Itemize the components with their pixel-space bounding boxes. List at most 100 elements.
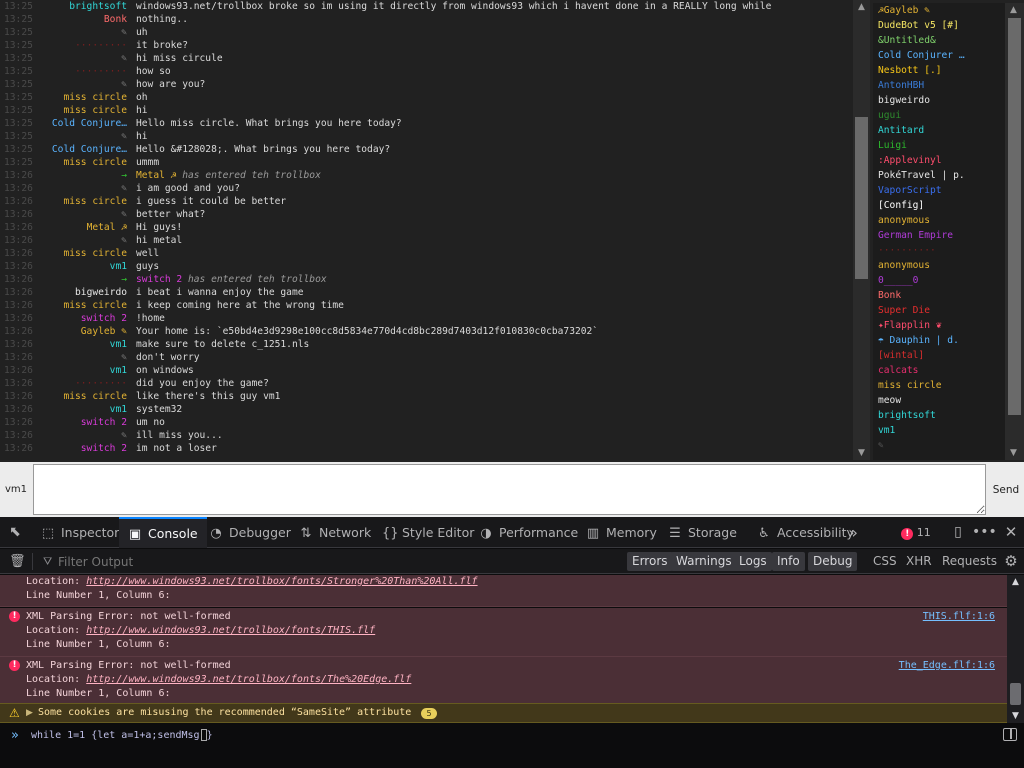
message-nickname[interactable]: vm1 [110, 364, 127, 377]
expand-caret-icon[interactable]: ▶ [26, 704, 33, 722]
user-list-item[interactable]: &Untitled& [873, 33, 1005, 48]
scroll-down-arrow-icon[interactable]: ▼ [1005, 446, 1022, 460]
message-nickname[interactable]: miss circle [63, 247, 127, 260]
console-input[interactable]: while 1=1 {let a=1+a;sendMsg} [31, 729, 213, 741]
message-nickname[interactable]: Metal ☭ [87, 221, 127, 234]
message-nickname[interactable]: ✎ [121, 78, 127, 91]
message-nickname[interactable]: ✎ [121, 234, 127, 247]
dock-side-icon[interactable]: ▯ [946, 517, 970, 548]
user-list-item[interactable]: :Applevinyl [873, 153, 1005, 168]
user-list-item[interactable]: [wintal] [873, 348, 1005, 363]
tab-console[interactable]: ▣ Console [119, 517, 207, 548]
user-list-item[interactable]: German Empire [873, 228, 1005, 243]
nickname-label[interactable]: vm1 [0, 462, 32, 517]
console-error-entry[interactable]: Location: http://www.windows93.net/troll… [0, 575, 1007, 607]
user-list-item[interactable]: VaporScript [873, 183, 1005, 198]
editor-mode-toggle-icon[interactable] [1003, 728, 1017, 741]
message-nickname[interactable]: ✎ [121, 182, 127, 195]
tab-network[interactable]: ⇅ Network [290, 517, 380, 548]
more-tools-chevron-icon[interactable]: » [843, 517, 863, 548]
user-list-item[interactable]: AntonHBH [873, 78, 1005, 93]
tab-style-editor[interactable]: {} Style Editor [373, 517, 483, 548]
message-nickname[interactable]: Gayleb ✎ [81, 325, 127, 338]
user-list-item[interactable]: ✦Flapplin ❦ [873, 318, 1005, 333]
message-nickname[interactable]: Bonk [104, 13, 127, 26]
joined-user-name[interactable]: switch 2 [136, 274, 182, 285]
console-scroll-thumb[interactable] [1010, 683, 1021, 705]
console-input-row[interactable]: » while 1=1 {let a=1+a;sendMsg} [0, 724, 1024, 768]
user-list-item[interactable]: ☂ Dauphin | d. [873, 333, 1005, 348]
element-picker-icon[interactable]: ⬉ [4, 517, 26, 548]
user-list-item[interactable]: bigweirdo [873, 93, 1005, 108]
user-list-item[interactable]: 0_____0 [873, 273, 1005, 288]
console-error-entry[interactable]: ! XML Parsing Error: not well-formed Locat… [0, 657, 1007, 706]
user-list-item[interactable]: Nesbott [.] [873, 63, 1005, 78]
user-list-scrollbar[interactable]: ▲ ▼ [1005, 3, 1024, 460]
filter-logs-button[interactable]: Logs [734, 552, 772, 571]
send-button[interactable]: Send [988, 462, 1024, 517]
chat-scrollbar[interactable]: ▲ ▼ [853, 0, 870, 460]
tab-storage[interactable]: ☰ Storage [659, 517, 746, 548]
location-link[interactable]: http://www.windows93.net/trollbox/fonts/… [86, 625, 375, 636]
close-icon[interactable]: ✕ [999, 517, 1023, 548]
scroll-down-arrow-icon[interactable]: ▼ [1007, 709, 1024, 723]
message-nickname[interactable]: ········· [75, 377, 127, 390]
user-list-item[interactable]: miss circle [873, 378, 1005, 393]
message-nickname[interactable]: miss circle [63, 104, 127, 117]
user-list-item[interactable]: Antitard [873, 123, 1005, 138]
message-nickname[interactable]: Cold Conjure… [52, 143, 127, 156]
message-nickname[interactable]: ········· [75, 65, 127, 78]
message-nickname[interactable]: miss circle [63, 299, 127, 312]
user-list-item[interactable]: Cold Conjurer … [873, 48, 1005, 63]
source-link[interactable]: THIS.flf:1:6 [923, 610, 995, 624]
chat-scroll-thumb[interactable] [855, 117, 868, 279]
user-list-item[interactable]: meow [873, 393, 1005, 408]
message-nickname[interactable]: switch 2 [81, 442, 127, 455]
message-nickname[interactable]: → [121, 273, 127, 286]
message-nickname[interactable]: vm1 [110, 338, 127, 351]
message-nickname[interactable]: switch 2 [81, 416, 127, 429]
message-nickname[interactable]: miss circle [63, 390, 127, 403]
user-list-item[interactable]: ugui [873, 108, 1005, 123]
tab-memory[interactable]: ▥ Memory [577, 517, 666, 548]
filter-output-input[interactable] [40, 552, 620, 571]
user-list-item[interactable]: Luigi [873, 138, 1005, 153]
filter-xhr-button[interactable]: XHR [901, 552, 937, 571]
source-link[interactable]: The_Edge.flf:1:6 [899, 659, 995, 673]
user-list-item[interactable]: vm1 [873, 423, 1005, 438]
message-input[interactable] [33, 464, 986, 515]
user-list-item[interactable]: anonymous [873, 258, 1005, 273]
tab-inspector[interactable]: ⬚ Inspector [32, 517, 128, 548]
message-nickname[interactable]: miss circle [63, 195, 127, 208]
clear-console-trash-icon[interactable]: 🗑 [9, 549, 26, 574]
filter-css-button[interactable]: CSS [868, 552, 902, 571]
filter-errors-button[interactable]: Errors [627, 552, 673, 571]
console-warning-entry[interactable]: ⚠ ▶ Some cookies are misusing the recomm… [0, 703, 1007, 723]
filter-debug-button[interactable]: Debug [808, 552, 858, 571]
message-nickname[interactable]: ✎ [121, 208, 127, 221]
message-nickname[interactable]: ✎ [121, 130, 127, 143]
user-list-scroll-thumb[interactable] [1008, 18, 1021, 415]
scroll-down-arrow-icon[interactable]: ▼ [853, 446, 870, 460]
message-nickname[interactable]: ········· [75, 39, 127, 52]
user-list-item[interactable]: ☭Gayleb ✎ [873, 3, 1005, 18]
user-list-item[interactable]: [Config] [873, 198, 1005, 213]
user-list-item[interactable]: ✎ [873, 438, 1005, 453]
message-nickname[interactable]: → [121, 169, 127, 182]
message-nickname[interactable]: ✎ [121, 429, 127, 442]
message-nickname[interactable]: miss circle [63, 156, 127, 169]
user-list-item[interactable]: PokéTravel | p. [873, 168, 1005, 183]
options-menu-icon[interactable]: ••• [972, 517, 997, 548]
message-nickname[interactable]: miss circle [63, 91, 127, 104]
location-link[interactable]: http://www.windows93.net/trollbox/fonts/… [86, 576, 477, 587]
message-nickname[interactable]: Cold Conjure… [52, 117, 127, 130]
message-nickname[interactable]: ✎ [121, 26, 127, 39]
tab-performance[interactable]: ◑ Performance [470, 517, 587, 548]
console-error-entry[interactable]: ! XML Parsing Error: not well-formed Locat… [0, 608, 1007, 657]
joined-user-name[interactable]: Metal ☭ [136, 170, 176, 181]
user-list-item[interactable]: Bonk [873, 288, 1005, 303]
filter-requests-button[interactable]: Requests [937, 552, 1002, 571]
user-list-item[interactable]: DudeBot v5 [#] [873, 18, 1005, 33]
scroll-up-arrow-icon[interactable]: ▲ [1005, 3, 1022, 17]
console-settings-gear-icon[interactable]: ⚙ [1001, 546, 1021, 577]
